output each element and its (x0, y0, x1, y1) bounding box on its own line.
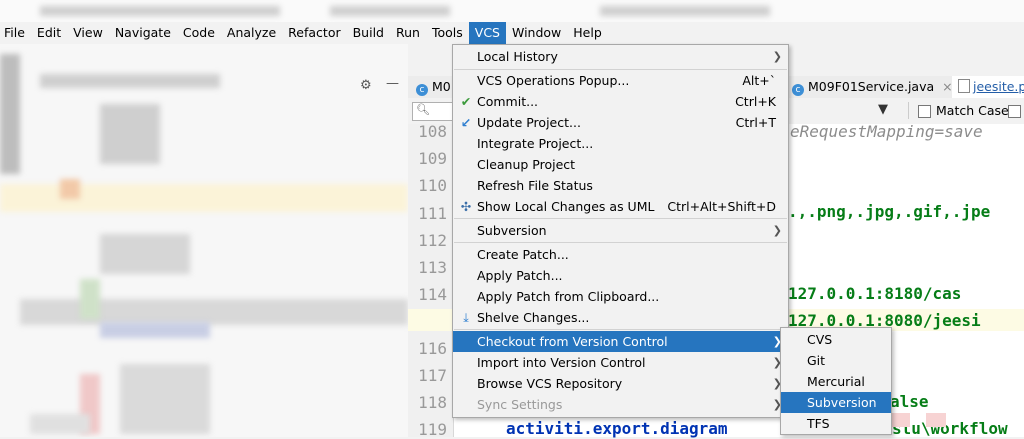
submenu-item-mercurial[interactable]: Mercurial (781, 371, 891, 392)
menu-item-checkout-from-vcs[interactable]: Checkout from Version Control ❯ (453, 331, 788, 352)
match-case-label: Match Case (936, 103, 1009, 118)
menu-separator (454, 329, 787, 330)
line-number: 111 (418, 204, 447, 223)
class-icon: c (416, 84, 428, 96)
menu-help[interactable]: Help (567, 22, 608, 44)
code-line-118: alse (890, 392, 929, 411)
menu-analyze[interactable]: Analyze (221, 22, 282, 44)
line-number: 110 (418, 176, 447, 195)
menu-bar: File Edit View Navigate Code Analyze Ref… (0, 22, 1024, 44)
menu-item-integrate-project[interactable]: Integrate Project... (453, 133, 788, 154)
menu-tools[interactable]: Tools (426, 22, 469, 44)
code-line-119-key: activiti.export.diagram (506, 419, 728, 438)
line-number: 118 (418, 393, 447, 412)
search-icon: 🔍︎ (416, 103, 430, 116)
line-number-gutter: 108 109 110 111 112 113 114 115 116 117 … (408, 122, 454, 439)
menu-item-show-local-changes-uml[interactable]: ✣ Show Local Changes as UML Ctrl+Alt+Shif… (453, 196, 788, 217)
menu-file[interactable]: File (0, 22, 31, 44)
menu-item-shelve-changes[interactable]: ⤓ Shelve Changes... (453, 307, 788, 328)
menu-window[interactable]: Window (506, 22, 567, 44)
code-line-108: eRequestMapping=save (790, 122, 983, 141)
line-number: 113 (418, 258, 447, 277)
filter-icon[interactable]: ▼ (878, 102, 888, 117)
menu-separator (454, 218, 787, 219)
title-bar (0, 0, 1024, 22)
code-line-114: 127.0.0.1:8180/cas (788, 284, 962, 303)
menu-item-create-patch[interactable]: Create Patch... (453, 244, 788, 265)
line-number: 119 (418, 420, 447, 439)
submenu-item-tfs[interactable]: TFS (781, 413, 891, 434)
menu-edit[interactable]: Edit (31, 22, 67, 44)
menu-vcs[interactable]: VCS (468, 22, 506, 44)
menu-item-subversion[interactable]: Subversion ❯ (453, 220, 788, 241)
menu-item-local-history[interactable]: Local History ❯ (453, 46, 788, 67)
menu-build[interactable]: Build (347, 22, 390, 44)
line-number: 117 (418, 366, 447, 385)
menu-item-apply-patch[interactable]: Apply Patch... (453, 265, 788, 286)
settings-icon[interactable]: ⚙ (360, 78, 372, 93)
vcs-menu: Local History ❯ VCS Operations Popup... Al… (452, 44, 789, 418)
match-case-checkbox[interactable] (918, 105, 931, 118)
code-line-111: .,.png,.jpg,.gif,.jpe (788, 202, 991, 221)
menu-code[interactable]: Code (177, 22, 221, 44)
submenu-item-subversion[interactable]: Subversion (781, 392, 891, 413)
submenu-arrow-icon: ❯ (772, 224, 782, 237)
tab-m0[interactable]: c M0 (416, 76, 451, 98)
menu-run[interactable]: Run (390, 22, 426, 44)
tab-jeesite-properties[interactable]: jeesite.pr (952, 76, 1024, 98)
menu-item-import-into-vcs[interactable]: Import into Version Control ❯ (453, 352, 788, 373)
update-arrow-icon: ↙ (460, 115, 472, 130)
words-checkbox[interactable] (1008, 105, 1021, 118)
project-panel: ⚙ — (0, 44, 408, 437)
typo-highlight (890, 413, 910, 427)
line-number: 116 (418, 339, 447, 358)
menu-navigate[interactable]: Navigate (109, 22, 177, 44)
line-number: 108 (418, 122, 447, 141)
line-number: 109 (418, 149, 447, 168)
typo-highlight (926, 413, 946, 427)
menu-item-browse-vcs-repository[interactable]: Browse VCS Repository ❯ (453, 373, 788, 394)
menu-view[interactable]: View (67, 22, 109, 44)
shelve-icon: ⤓ (463, 310, 469, 325)
tab-m09f01service[interactable]: c M09F01Service.java × (792, 76, 953, 98)
menu-item-commit[interactable]: ✔ Commit... Ctrl+K (453, 91, 788, 112)
properties-file-icon (958, 79, 970, 93)
menu-refactor[interactable]: Refactor (282, 22, 346, 44)
menu-item-update-project[interactable]: ↙ Update Project... Ctrl+T (453, 112, 788, 133)
menu-item-apply-patch-clipboard[interactable]: Apply Patch from Clipboard... (453, 286, 788, 307)
menu-item-sync-settings: Sync Settings ❯ (453, 394, 788, 415)
minimize-icon[interactable]: — (386, 76, 399, 91)
checkout-submenu: CVS Git Mercurial Subversion TFS (780, 327, 892, 435)
class-icon: c (792, 84, 804, 96)
commit-check-icon: ✔ (460, 94, 472, 109)
menu-item-cleanup-project[interactable]: Cleanup Project (453, 154, 788, 175)
menu-separator (454, 242, 787, 243)
menu-item-vcs-operations-popup[interactable]: VCS Operations Popup... Alt+` (453, 70, 788, 91)
submenu-arrow-icon: ❯ (772, 50, 782, 63)
toolbar-divider (908, 102, 909, 119)
menu-item-refresh-file-status[interactable]: Refresh File Status (453, 175, 788, 196)
line-number: 114 (418, 285, 447, 304)
line-number: 112 (418, 231, 447, 250)
submenu-item-cvs[interactable]: CVS (781, 329, 891, 350)
uml-diagram-icon: ✣ (460, 199, 472, 214)
submenu-item-git[interactable]: Git (781, 350, 891, 371)
